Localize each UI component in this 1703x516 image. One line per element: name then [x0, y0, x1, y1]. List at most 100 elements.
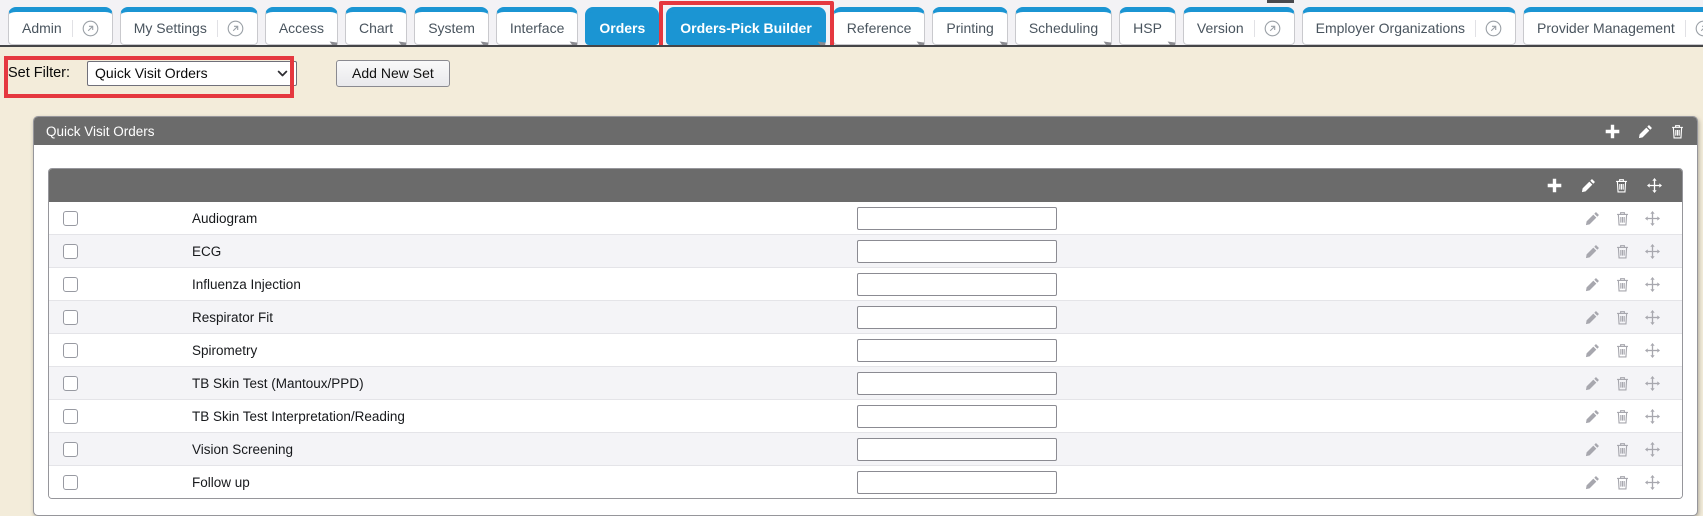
tab-reference[interactable]: Reference	[833, 7, 926, 45]
delete-icon[interactable]	[1615, 475, 1630, 490]
tab-open-new-window[interactable]	[72, 20, 99, 37]
tab-printing[interactable]: Printing	[932, 7, 1007, 45]
table-row: Follow up	[49, 465, 1682, 498]
row-label: ECG	[192, 244, 857, 259]
table-row: TB Skin Test (Mantoux/PPD)	[49, 366, 1682, 399]
tab-label: System	[428, 20, 475, 36]
add-icon[interactable]	[1546, 177, 1563, 194]
edit-icon[interactable]	[1585, 442, 1600, 457]
table-row: Vision Screening	[49, 432, 1682, 465]
set-filter-dropdown[interactable]: Quick Visit Orders	[87, 61, 297, 86]
tab-label: Printing	[946, 20, 993, 36]
tab-employer-organizations[interactable]: Employer Organizations	[1302, 7, 1516, 45]
edit-icon[interactable]	[1585, 376, 1600, 391]
move-icon[interactable]	[1645, 475, 1660, 490]
edit-icon[interactable]	[1638, 124, 1653, 139]
tab-label: Version	[1197, 20, 1244, 36]
external-link-icon	[82, 20, 99, 37]
table-row: TB Skin Test Interpretation/Reading	[49, 399, 1682, 432]
tab-provider-management[interactable]: Provider Management	[1523, 7, 1703, 45]
tab-orders[interactable]: Orders	[585, 7, 659, 45]
tab-chart[interactable]: Chart	[345, 7, 407, 45]
delete-icon[interactable]	[1615, 277, 1630, 292]
tab-label: Orders-Pick Builder	[680, 20, 812, 36]
row-checkbox[interactable]	[63, 310, 78, 325]
row-checkbox[interactable]	[63, 244, 78, 259]
edit-icon[interactable]	[1581, 178, 1596, 193]
move-icon[interactable]	[1645, 310, 1660, 325]
tab-open-new-window[interactable]	[217, 20, 244, 37]
edit-icon[interactable]	[1585, 343, 1600, 358]
move-icon[interactable]	[1645, 442, 1660, 457]
row-checkbox[interactable]	[63, 376, 78, 391]
row-input[interactable]	[857, 405, 1057, 428]
quick-visit-orders-panel: Quick Visit Orders AudiogramECGInfluenza…	[33, 116, 1698, 516]
row-actions	[1585, 211, 1660, 226]
tab-label: Reference	[847, 20, 912, 36]
edit-icon[interactable]	[1585, 409, 1600, 424]
row-actions	[1585, 310, 1660, 325]
row-input[interactable]	[857, 240, 1057, 263]
tab-admin[interactable]: Admin	[8, 7, 113, 45]
row-label: TB Skin Test Interpretation/Reading	[192, 409, 857, 424]
delete-icon[interactable]	[1615, 211, 1630, 226]
move-icon[interactable]	[1645, 277, 1660, 292]
edit-icon[interactable]	[1585, 475, 1600, 490]
row-actions	[1585, 409, 1660, 424]
move-icon[interactable]	[1645, 409, 1660, 424]
table-row: Respirator Fit	[49, 300, 1682, 333]
tab-interface[interactable]: Interface	[496, 7, 578, 45]
delete-icon[interactable]	[1615, 310, 1630, 325]
tab-open-new-window[interactable]	[1254, 20, 1281, 37]
delete-icon[interactable]	[1614, 178, 1629, 193]
tab-hsp[interactable]: HSP	[1119, 7, 1176, 45]
move-icon[interactable]	[1645, 343, 1660, 358]
edit-icon[interactable]	[1585, 244, 1600, 259]
row-checkbox[interactable]	[63, 475, 78, 490]
row-input[interactable]	[857, 372, 1057, 395]
tab-access[interactable]: Access	[265, 7, 338, 45]
edit-icon[interactable]	[1585, 211, 1600, 226]
delete-icon[interactable]	[1615, 409, 1630, 424]
move-icon[interactable]	[1645, 376, 1660, 391]
delete-icon[interactable]	[1670, 124, 1685, 139]
tab-open-new-window[interactable]	[1685, 20, 1703, 37]
delete-icon[interactable]	[1615, 343, 1630, 358]
row-actions	[1585, 244, 1660, 259]
row-checkbox[interactable]	[63, 277, 78, 292]
table-row: ECG	[49, 234, 1682, 267]
row-checkbox[interactable]	[63, 343, 78, 358]
orders-table-header	[49, 169, 1682, 202]
tab-open-new-window[interactable]	[1475, 20, 1502, 37]
delete-icon[interactable]	[1615, 442, 1630, 457]
row-checkbox[interactable]	[63, 211, 78, 226]
move-icon[interactable]	[1645, 211, 1660, 226]
row-input[interactable]	[857, 471, 1057, 494]
chevron-down-icon	[276, 67, 289, 80]
row-input[interactable]	[857, 207, 1057, 230]
tab-my-settings[interactable]: My Settings	[120, 7, 258, 45]
edit-icon[interactable]	[1585, 277, 1600, 292]
tab-label: HSP	[1133, 20, 1162, 36]
delete-icon[interactable]	[1615, 244, 1630, 259]
row-checkbox[interactable]	[63, 409, 78, 424]
tab-bar: Admin My Settings Access Chart System Interfa…	[0, 0, 1703, 47]
tab-label: Access	[279, 20, 324, 36]
tab-version[interactable]: Version	[1183, 7, 1295, 45]
row-input[interactable]	[857, 339, 1057, 362]
row-input[interactable]	[857, 438, 1057, 461]
move-icon[interactable]	[1647, 178, 1662, 193]
row-input[interactable]	[857, 273, 1057, 296]
add-new-set-button[interactable]: Add New Set	[336, 60, 450, 87]
row-checkbox[interactable]	[63, 442, 78, 457]
tab-orders-pick-builder[interactable]: Orders-Pick Builder	[666, 7, 826, 45]
tab-label: Provider Management	[1537, 20, 1675, 36]
move-icon[interactable]	[1645, 244, 1660, 259]
delete-icon[interactable]	[1615, 376, 1630, 391]
row-input[interactable]	[857, 306, 1057, 329]
tab-scheduling[interactable]: Scheduling	[1015, 7, 1112, 45]
add-icon[interactable]	[1604, 123, 1621, 140]
tab-label: My Settings	[134, 20, 207, 36]
edit-icon[interactable]	[1585, 310, 1600, 325]
tab-system[interactable]: System	[414, 7, 489, 45]
